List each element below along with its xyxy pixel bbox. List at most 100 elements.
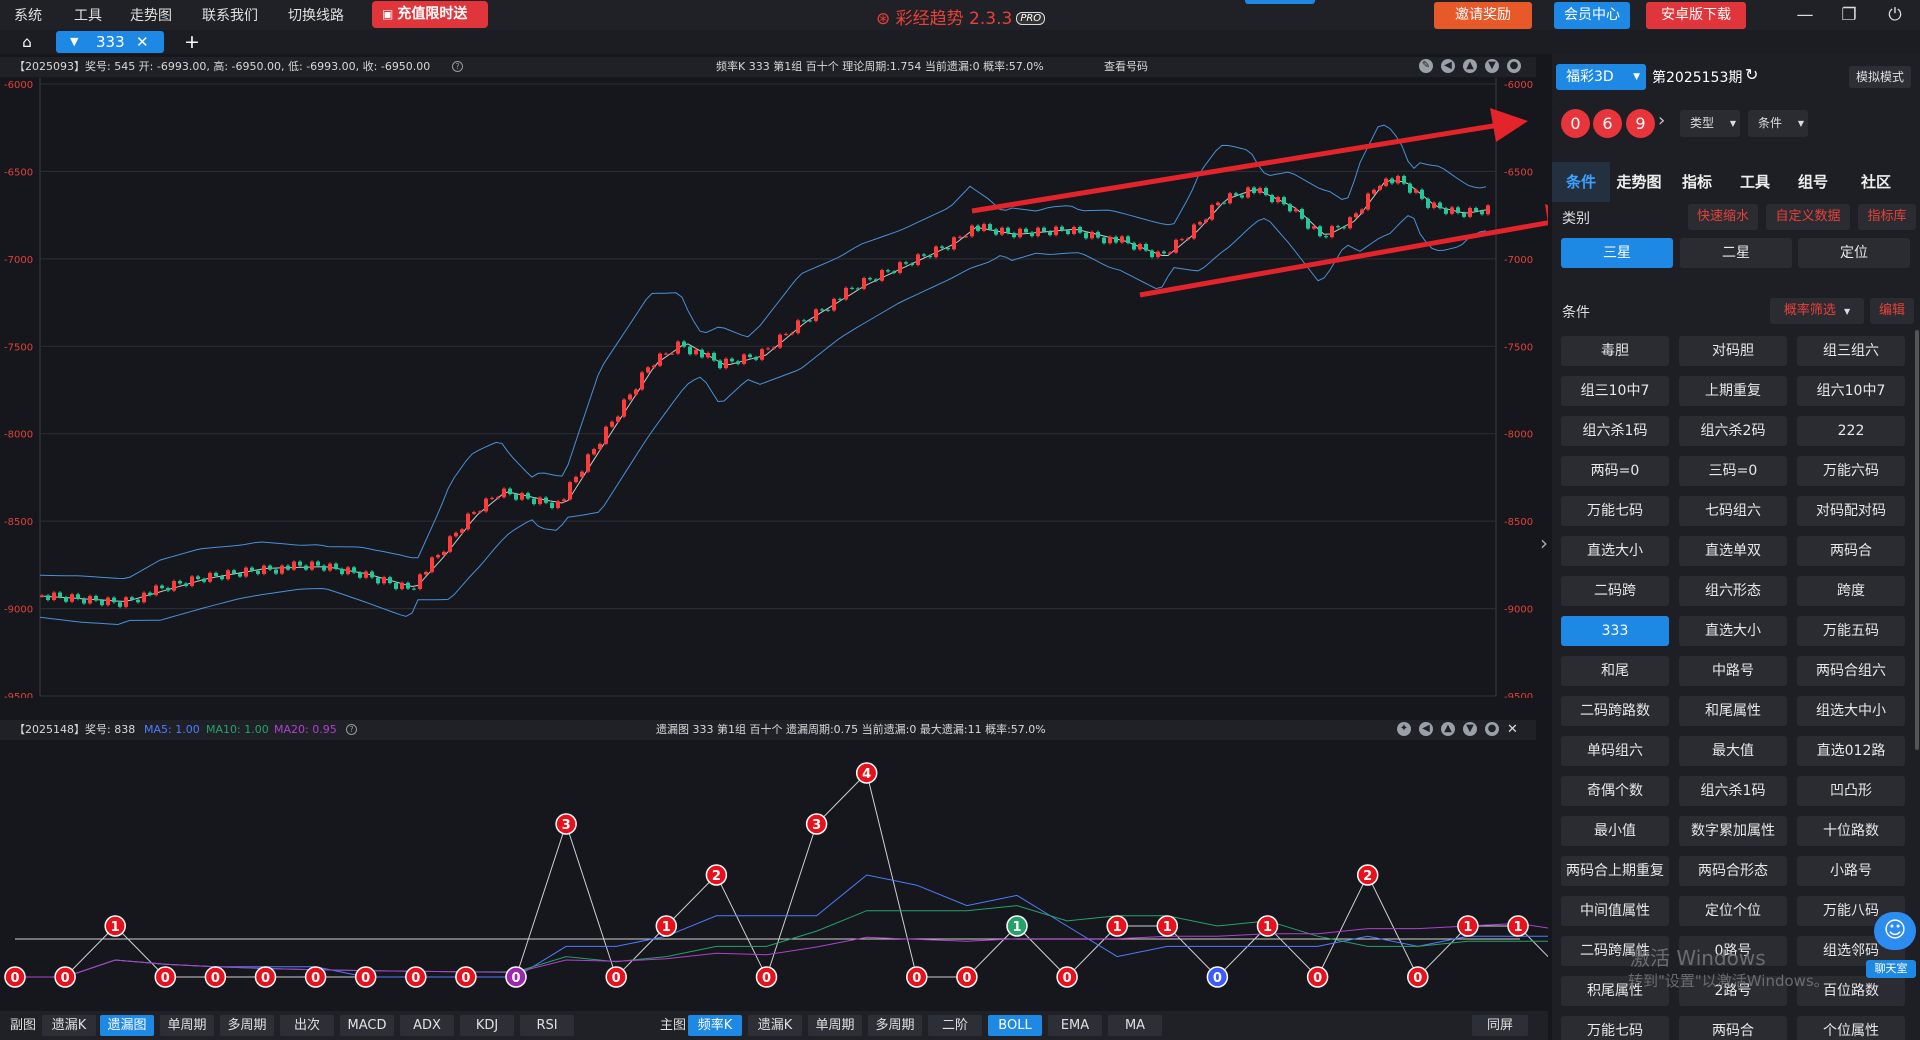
power-icon[interactable]: ⏻ (1880, 2, 1910, 28)
indicator-lib-link[interactable]: 指标库 (1858, 204, 1916, 230)
main-chart-option[interactable]: 多周期 (868, 1015, 922, 1036)
condition-item[interactable]: 最小值 (1561, 816, 1669, 846)
sub-chart-option[interactable]: 多周期 (220, 1015, 274, 1036)
pen-icon[interactable]: ✎ (1419, 59, 1433, 73)
condition-item[interactable]: 组选大中小 (1797, 696, 1905, 726)
condition-item[interactable]: 组六杀2码 (1679, 416, 1787, 446)
refresh-icon[interactable]: ↻ (1745, 65, 1758, 84)
menu-system[interactable]: 系统 (14, 5, 42, 25)
condition-item[interactable]: 直选012路 (1797, 736, 1905, 766)
seg-two-star[interactable]: 二星 (1680, 238, 1792, 268)
condition-item[interactable]: 中间值属性 (1561, 896, 1669, 926)
condition-item[interactable]: 对码配对码 (1797, 496, 1905, 526)
condition-item[interactable]: 毒胆 (1561, 336, 1669, 366)
member-center-button[interactable]: 会员中心 (1554, 2, 1630, 29)
condition-item[interactable]: 小路号 (1797, 856, 1905, 886)
tab-1[interactable]: 走势图 (1610, 162, 1668, 202)
back-icon[interactable]: ◀ (1441, 59, 1455, 73)
same-screen-button[interactable]: 同屏 (1472, 1015, 1528, 1036)
tab-333[interactable]: ▼ 333 ✕ (56, 31, 164, 53)
condition-item[interactable]: 中路号 (1679, 656, 1787, 686)
sub-chart-option[interactable]: 遗漏K (42, 1015, 96, 1036)
home-icon[interactable]: ⌂ (8, 31, 46, 53)
probability-filter-dropdown[interactable]: 概率筛选 ▼ (1770, 298, 1864, 324)
minimize-icon[interactable]: — (1790, 2, 1820, 28)
sub-chart-option[interactable]: 遗漏图 (100, 1015, 154, 1036)
help-icon-2[interactable]: ? (346, 724, 357, 735)
up-icon[interactable]: ▲ (1463, 59, 1477, 73)
condition-item[interactable]: 和尾属性 (1679, 696, 1787, 726)
condition-item[interactable]: 定位个位 (1679, 896, 1787, 926)
sim-mode-button[interactable]: 模拟模式 (1849, 66, 1911, 88)
tab-4[interactable]: 组号 (1784, 162, 1842, 202)
condition-item[interactable]: 两码合形态 (1679, 856, 1787, 886)
android-download-button[interactable]: 安卓版下载 (1646, 2, 1746, 29)
condition-item[interactable]: 万能七码 (1561, 1016, 1669, 1040)
sidebar-scrollbar[interactable] (1915, 330, 1919, 750)
lower-omission-chart[interactable]: 00100000000301203400101101020110 (0, 741, 1548, 1009)
tab-2[interactable]: 指标 (1668, 162, 1726, 202)
condition-item[interactable]: 三码=0 (1679, 456, 1787, 486)
add-tab-button[interactable]: + (176, 31, 208, 53)
main-chart-option[interactable]: EMA (1048, 1015, 1102, 1036)
settings-icon-2[interactable]: ● (1485, 722, 1499, 736)
restore-icon[interactable]: ❐ (1834, 2, 1864, 28)
expand-right-icon[interactable]: › (1540, 531, 1548, 555)
condition-item[interactable]: 个位属性 (1797, 1016, 1905, 1040)
main-chart-option[interactable]: 单周期 (808, 1015, 862, 1036)
edit-button[interactable]: 编辑 (1870, 298, 1914, 324)
condition-item[interactable]: 直选大小 (1561, 536, 1669, 566)
condition-item[interactable]: 单码组六 (1561, 736, 1669, 766)
sub-chart-option[interactable]: ADX (400, 1015, 454, 1036)
sub-chart-option[interactable]: KDJ (460, 1015, 514, 1036)
seg-three-star[interactable]: 三星 (1561, 238, 1673, 268)
menu-contact[interactable]: 联系我们 (202, 5, 258, 25)
recharge-promo-button[interactable]: ▣ 充值限时送 (372, 1, 488, 28)
upper-chart[interactable]: -6000 -6000 -6500 -6500 -7000 -7000 -7500 -7500… (0, 78, 1548, 698)
condition-item[interactable]: 万能七码 (1561, 496, 1669, 526)
condition-item[interactable]: 组六杀1码 (1561, 416, 1669, 446)
condition-item[interactable]: 凹凸形 (1797, 776, 1905, 806)
condition-item[interactable]: 组三组六 (1797, 336, 1905, 366)
up-icon-2[interactable]: ▲ (1441, 722, 1455, 736)
condition-item[interactable]: 两码=0 (1561, 456, 1669, 486)
down-icon-2[interactable]: ▼ (1463, 722, 1477, 736)
chevron-right-icon[interactable]: › (1658, 110, 1665, 131)
condition-item[interactable]: 两码合组六 (1797, 656, 1905, 686)
condition-item[interactable]: 数字累加属性 (1679, 816, 1787, 846)
main-chart-option[interactable]: 频率K (688, 1015, 742, 1036)
condition-item[interactable]: 上期重复 (1679, 376, 1787, 406)
condition-item[interactable]: 对码胆 (1679, 336, 1787, 366)
tab-close-icon[interactable]: ✕ (136, 31, 149, 53)
quick-shrink-link[interactable]: 快速缩水 (1688, 204, 1758, 230)
pin-icon[interactable]: ✦ (1397, 722, 1411, 736)
condition-item[interactable]: 组六形态 (1679, 576, 1787, 606)
invite-button[interactable]: 邀请奖励 (1434, 2, 1532, 29)
main-chart-option[interactable]: 遗漏K (748, 1015, 802, 1036)
condition-item[interactable]: 十位路数 (1797, 816, 1905, 846)
back-icon-2[interactable]: ◀ (1419, 722, 1433, 736)
settings-icon[interactable]: ● (1507, 59, 1521, 73)
seg-position[interactable]: 定位 (1798, 238, 1910, 268)
main-chart-option[interactable]: MA (1108, 1015, 1162, 1036)
sub-chart-option[interactable]: RSI (520, 1015, 574, 1036)
condition-item[interactable]: 万能六码 (1797, 456, 1905, 486)
chat-room-button[interactable]: 聊天室 (1866, 960, 1916, 978)
condition-item[interactable]: 直选大小 (1679, 616, 1787, 646)
condition-item[interactable]: 二码跨路数 (1561, 696, 1669, 726)
condition-item[interactable]: 万能五码 (1797, 616, 1905, 646)
sub-chart-option[interactable]: 单周期 (160, 1015, 214, 1036)
down-icon[interactable]: ▼ (1485, 59, 1499, 73)
condition-item[interactable]: 奇偶个数 (1561, 776, 1669, 806)
condition-item[interactable]: 直选单双 (1679, 536, 1787, 566)
condition-item[interactable]: 222 (1797, 416, 1905, 446)
tab-5[interactable]: 社区 (1842, 162, 1910, 202)
sub-chart-option[interactable]: MACD (340, 1015, 394, 1036)
condition-item[interactable]: 和尾 (1561, 656, 1669, 686)
condition-item[interactable]: 七码组六 (1679, 496, 1787, 526)
condition-dropdown[interactable]: 条件 ▼ (1748, 110, 1808, 137)
main-chart-option[interactable]: 二阶 (928, 1015, 982, 1036)
chat-bubble-icon[interactable]: ☺ (1874, 912, 1916, 950)
menu-tools[interactable]: 工具 (74, 5, 102, 25)
tab-0[interactable]: 条件 (1552, 162, 1610, 202)
